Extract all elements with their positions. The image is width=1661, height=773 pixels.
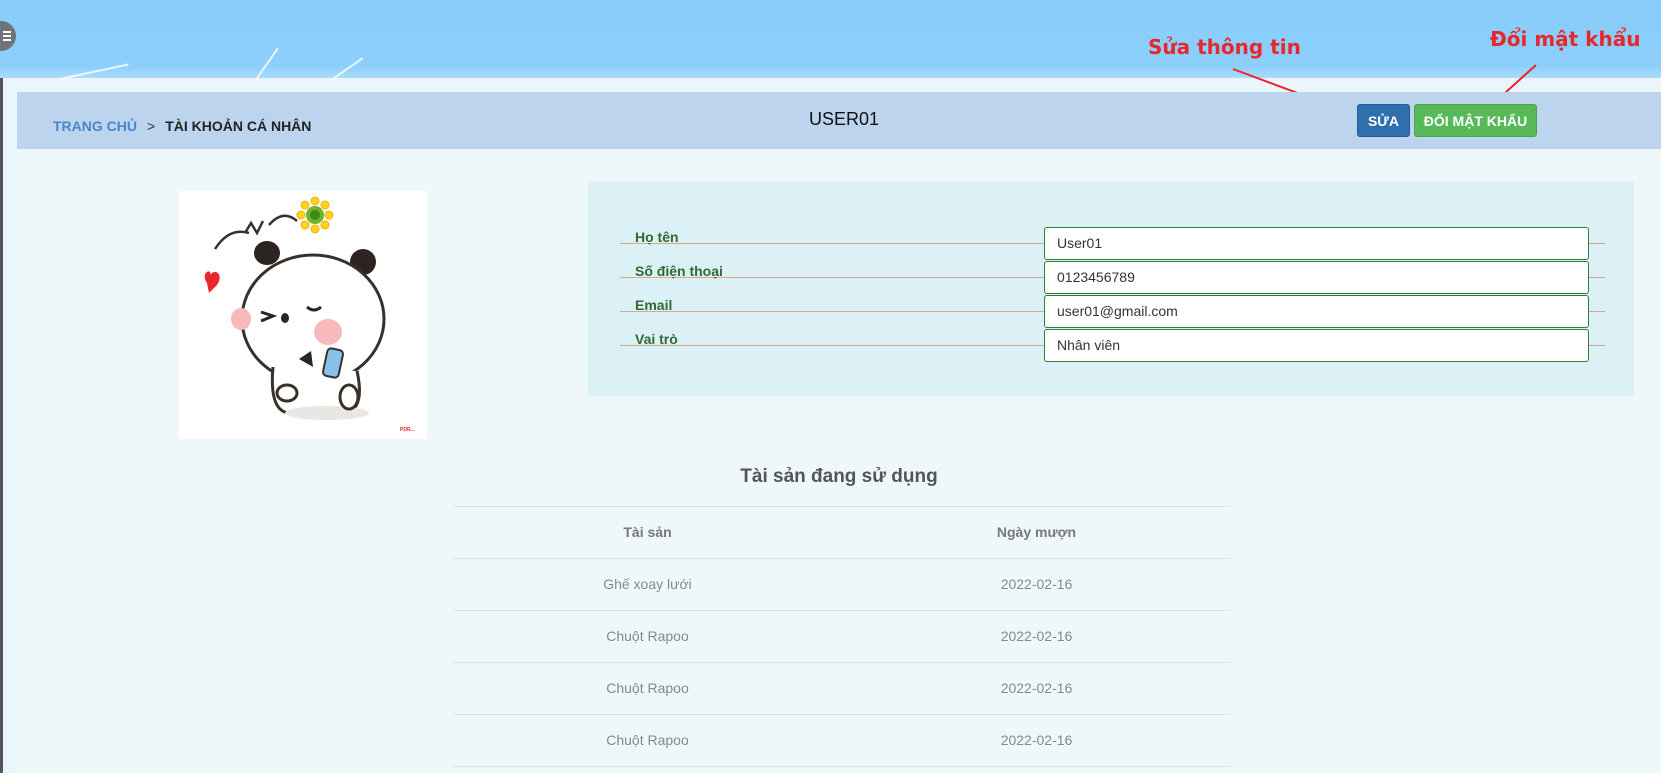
background-streak bbox=[254, 47, 279, 82]
email-label: Email bbox=[635, 297, 673, 313]
role-label: Vai trò bbox=[635, 331, 678, 347]
table-header-row: Tài sản Ngày mượn bbox=[453, 506, 1231, 558]
table-row: Chuột Rapoo 2022-02-16 bbox=[453, 662, 1231, 714]
asset-name-cell: Chuột Rapoo bbox=[606, 732, 689, 748]
avatar: PDR... bbox=[179, 191, 427, 439]
asset-name-cell: Chuột Rapoo bbox=[606, 628, 689, 644]
annotation-edit-info: Sửa thông tin bbox=[1148, 35, 1301, 59]
field-row-phone: Số điện thoại 0123456789 bbox=[620, 261, 1605, 295]
breadcrumb-current: TÀI KHOẢN CÁ NHÂN bbox=[165, 118, 312, 134]
full-name-label: Họ tên bbox=[635, 229, 679, 245]
role-field[interactable]: Nhân viên bbox=[1044, 329, 1589, 362]
breadcrumb-home-link[interactable]: TRANG CHỦ bbox=[53, 118, 137, 134]
borrow-date-cell: 2022-02-16 bbox=[1000, 576, 1073, 592]
breadcrumb-separator: > bbox=[147, 118, 156, 134]
page-title: USER01 bbox=[809, 109, 880, 129]
assets-table: Tài sản Ngày mượn Ghế xoay lưới 2022-02-… bbox=[453, 506, 1231, 767]
avatar-watermark: PDR... bbox=[400, 427, 415, 433]
window-left-edge bbox=[0, 0, 3, 773]
asset-name-cell: Chuột Rapoo bbox=[606, 680, 689, 696]
borrow-date-cell: 2022-02-16 bbox=[1000, 628, 1073, 644]
borrow-date-cell: 2022-02-16 bbox=[1000, 680, 1073, 696]
email-field[interactable]: user01@gmail.com bbox=[1044, 295, 1589, 328]
main-content: PDR... Họ tên User01 Số điện thoại 01234… bbox=[17, 149, 1661, 773]
page-header: TRANG CHỦ > TÀI KHOẢN CÁ NHÂN USER01 SỬA Đ… bbox=[17, 92, 1661, 149]
asset-name-cell: Ghế xoay lưới bbox=[603, 576, 692, 592]
table-row: Chuột Rapoo 2022-02-16 bbox=[453, 714, 1231, 767]
background-streak bbox=[59, 63, 129, 80]
phone-field[interactable]: 0123456789 bbox=[1044, 261, 1589, 294]
table-row: Chuột Rapoo 2022-02-16 bbox=[453, 610, 1231, 662]
full-name-field[interactable]: User01 bbox=[1044, 227, 1589, 260]
background-streak bbox=[329, 57, 364, 82]
field-row-email: Email user01@gmail.com bbox=[620, 295, 1605, 329]
column-header-borrow-date: Ngày mượn bbox=[996, 524, 1077, 540]
assets-section-title: Tài sản đang sử dụng bbox=[740, 466, 938, 487]
change-password-button[interactable]: ĐỔI MẬT KHẨU bbox=[1414, 104, 1537, 137]
annotation-change-password: Đổi mật khẩu bbox=[1490, 27, 1641, 51]
edit-button[interactable]: SỬA bbox=[1357, 104, 1410, 137]
breadcrumb: TRANG CHỦ > TÀI KHOẢN CÁ NHÂN bbox=[53, 118, 311, 134]
table-row: Ghế xoay lưới 2022-02-16 bbox=[453, 558, 1231, 610]
top-bar bbox=[0, 0, 1661, 82]
phone-label: Số điện thoại bbox=[635, 263, 723, 279]
profile-info-panel: Họ tên User01 Số điện thoại 0123456789 E… bbox=[588, 182, 1634, 396]
field-row-full-name: Họ tên User01 bbox=[620, 227, 1605, 261]
field-row-role: Vai trò Nhân viên bbox=[620, 329, 1605, 363]
panda-avatar-illustration bbox=[204, 196, 386, 420]
column-header-asset: Tài sản bbox=[623, 524, 672, 540]
borrow-date-cell: 2022-02-16 bbox=[1000, 732, 1073, 748]
